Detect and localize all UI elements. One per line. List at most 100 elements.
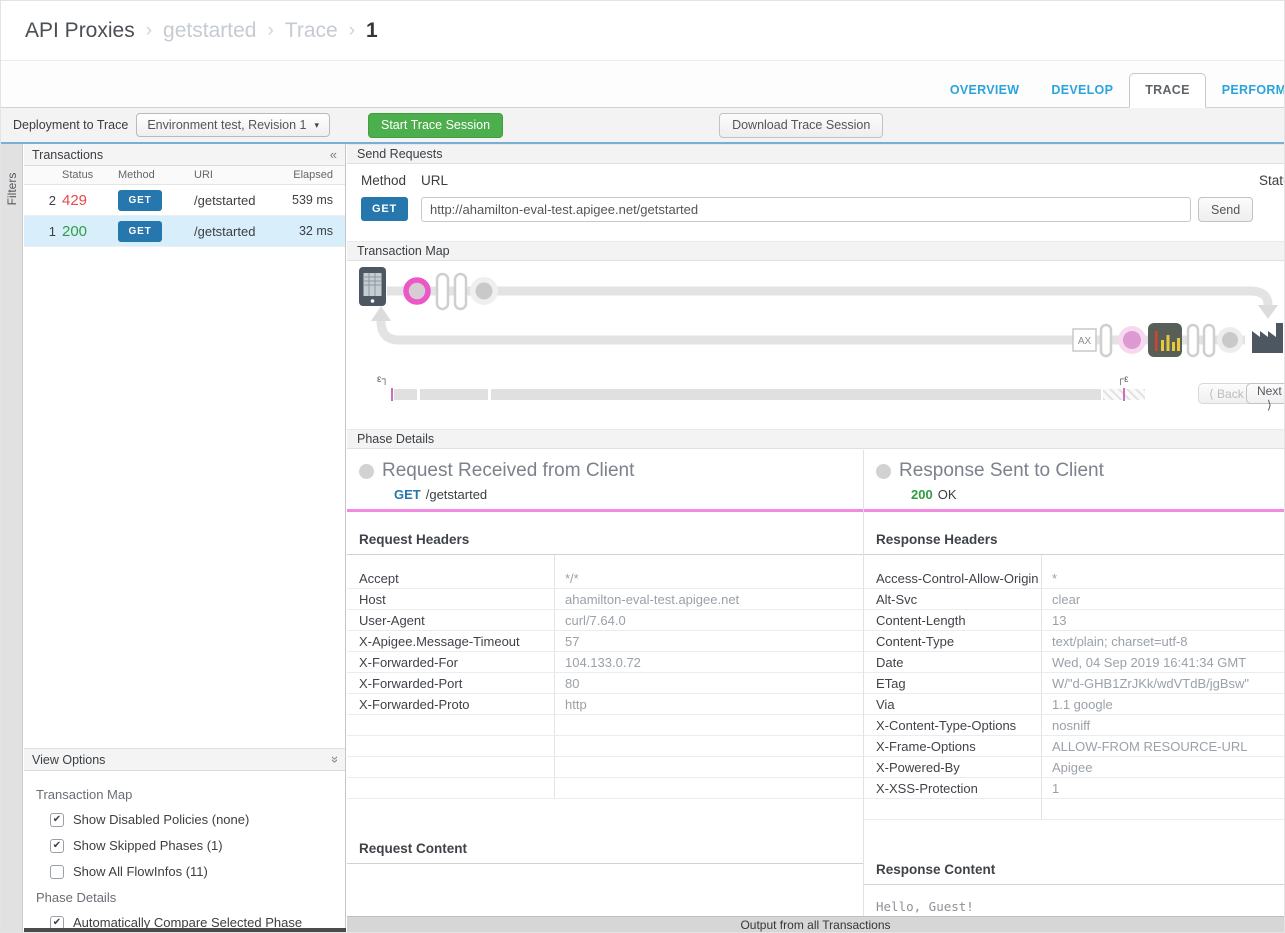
header-value: W/"d-GHB1ZrJKk/wdVTdB/jgBsw" bbox=[1042, 676, 1249, 691]
timeline-segment[interactable] bbox=[394, 389, 417, 400]
transactions-body: 2429GET/getstarted539 ms1200GET/getstart… bbox=[24, 185, 345, 247]
method-badge: GET bbox=[118, 221, 162, 242]
header-row: X-Content-Type-Optionsnosniff bbox=[864, 715, 1284, 736]
header-value: 57 bbox=[555, 634, 579, 649]
ax-policy-icon[interactable]: AX bbox=[1073, 329, 1096, 351]
client-device-icon[interactable] bbox=[359, 267, 386, 306]
header-value: nosniff bbox=[1042, 718, 1090, 733]
header-row: X-Frame-OptionsALLOW-FROM RESOURCE-URL bbox=[864, 736, 1284, 757]
phase-dot[interactable] bbox=[1217, 327, 1243, 353]
view-option-label: Show All FlowInfos (11) bbox=[73, 864, 208, 879]
flow-pill[interactable] bbox=[455, 274, 466, 309]
header-name: ETag bbox=[864, 673, 1042, 693]
view-option-label: Automatically Compare Selected Phase bbox=[73, 915, 302, 928]
download-trace-session-button[interactable]: Download Trace Session bbox=[719, 113, 883, 138]
collapse-panel-icon[interactable]: « bbox=[330, 147, 337, 162]
filters-sidebar-tab[interactable]: Filters bbox=[1, 144, 23, 932]
checkbox[interactable] bbox=[50, 916, 64, 929]
transaction-uri: /getstarted bbox=[194, 193, 273, 208]
header-row: Content-Length13 bbox=[864, 610, 1284, 631]
transaction-map-canvas: AX bbox=[347, 261, 1284, 371]
transaction-row[interactable]: 1200GET/getstarted32 ms bbox=[24, 216, 345, 247]
url-input[interactable] bbox=[421, 197, 1191, 222]
breadcrumb-trace[interactable]: Trace bbox=[285, 19, 338, 43]
map-timeline: ε┐ ┌ε ⟨ Back Next ⟩ bbox=[347, 373, 1284, 413]
transaction-row[interactable]: 2429GET/getstarted539 ms bbox=[24, 185, 345, 216]
checkbox[interactable] bbox=[50, 865, 64, 879]
trace-toolbar: Deployment to Trace Environment test, Re… bbox=[1, 108, 1284, 142]
checkbox[interactable] bbox=[50, 839, 64, 853]
method-select-button[interactable]: GET bbox=[361, 197, 408, 221]
flow-pill[interactable] bbox=[1188, 325, 1198, 356]
method-badge: GET bbox=[118, 190, 162, 211]
start-trace-session-button[interactable]: Start Trace Session bbox=[368, 113, 503, 138]
response-status-code: 200 bbox=[911, 487, 933, 502]
timeline-cursor-tick[interactable] bbox=[1123, 388, 1125, 401]
view-options-header: View Options « bbox=[24, 749, 345, 771]
header-name: X-XSS-Protection bbox=[864, 778, 1042, 798]
phase-details-title: Phase Details bbox=[357, 432, 434, 446]
left-panel-scrollbar[interactable] bbox=[24, 928, 346, 932]
breadcrumb-api-proxies[interactable]: API Proxies bbox=[25, 19, 135, 43]
response-phase-title: Response Sent to Client bbox=[899, 460, 1104, 482]
send-requests-title: Send Requests bbox=[357, 147, 442, 161]
header-row: X-Powered-ByApigee bbox=[864, 757, 1284, 778]
target-server-icon[interactable] bbox=[1252, 323, 1283, 353]
tab-overview[interactable]: OVERVIEW bbox=[934, 73, 1036, 108]
header-name: Content-Type bbox=[864, 631, 1042, 651]
breadcrumb-proxy-name[interactable]: getstarted bbox=[163, 19, 256, 43]
request-content-body bbox=[347, 864, 863, 916]
view-option-item: Show Disabled Policies (none) bbox=[50, 812, 345, 827]
header-name: Alt-Svc bbox=[864, 589, 1042, 609]
response-phase-column: Response Sent to Client 200OK Response H… bbox=[864, 450, 1284, 916]
tab-bar: OVERVIEWDEVELOPTRACEPERFORMANCE bbox=[934, 73, 1285, 108]
tab-develop[interactable]: DEVELOP bbox=[1035, 73, 1129, 108]
next-button[interactable]: Next ⟩ bbox=[1246, 383, 1284, 404]
header-value: curl/7.64.0 bbox=[555, 613, 626, 628]
request-headers-table: Accept*/*Hostahamilton-eval-test.apigee.… bbox=[347, 555, 863, 799]
send-requests-form: Method URL Status GET Send bbox=[347, 164, 1284, 241]
svg-text:AX: AX bbox=[1078, 336, 1092, 347]
checkbox[interactable] bbox=[50, 813, 64, 827]
view-options-panel: View Options « Transaction MapShow Disab… bbox=[24, 748, 345, 928]
tab-trace[interactable]: TRACE bbox=[1129, 73, 1206, 108]
caret-down-icon: ▾ bbox=[314, 120, 319, 131]
comparison-phase-marker[interactable] bbox=[1118, 326, 1146, 354]
tab-performance[interactable]: PERFORMANCE bbox=[1206, 73, 1285, 108]
header-row: X-Forwarded-Protohttp bbox=[347, 694, 863, 715]
header-value: 1 bbox=[1042, 781, 1059, 796]
analytics-policy-icon[interactable] bbox=[1148, 323, 1182, 357]
transactions-header: Transactions « bbox=[24, 144, 345, 166]
status-label: Status bbox=[1259, 173, 1284, 188]
response-content-body: Hello, Guest! bbox=[864, 885, 1284, 916]
header-row: X-Forwarded-For104.133.0.72 bbox=[347, 652, 863, 673]
send-requests-header: Send Requests bbox=[347, 144, 1284, 164]
view-option-item: Show Skipped Phases (1) bbox=[50, 838, 345, 853]
environment-select-value: Environment test, Revision 1 bbox=[147, 118, 306, 132]
transaction-number: 2 bbox=[24, 193, 62, 208]
selected-phase-marker[interactable] bbox=[406, 280, 428, 302]
transaction-elapsed: 32 ms bbox=[273, 224, 345, 238]
header-value: clear bbox=[1042, 592, 1080, 607]
request-content-title: Request Content bbox=[347, 835, 863, 864]
header-value: ahamilton-eval-test.apigee.net bbox=[555, 592, 739, 607]
timeline-segment[interactable] bbox=[491, 389, 1101, 400]
header-row: Content-Typetext/plain; charset=utf-8 bbox=[864, 631, 1284, 652]
request-flow-line bbox=[387, 291, 1278, 319]
output-from-all-transactions-bar[interactable]: Output from all Transactions bbox=[347, 916, 1284, 932]
flow-pill[interactable] bbox=[1101, 325, 1111, 356]
environment-select[interactable]: Environment test, Revision 1 ▾ bbox=[136, 113, 330, 137]
response-headers-title: Response Headers bbox=[864, 526, 1284, 555]
timeline-segment[interactable] bbox=[420, 389, 488, 400]
header-value: Wed, 04 Sep 2019 16:41:34 GMT bbox=[1042, 655, 1246, 670]
url-label: URL bbox=[421, 173, 448, 188]
send-button[interactable]: Send bbox=[1198, 197, 1253, 222]
collapse-view-options-icon[interactable]: « bbox=[326, 756, 341, 763]
phase-dot[interactable] bbox=[470, 277, 498, 305]
flow-pill[interactable] bbox=[437, 274, 448, 309]
header-value: * bbox=[1042, 571, 1057, 586]
flow-pill[interactable] bbox=[1204, 325, 1214, 356]
timeline-cursor-tick[interactable] bbox=[391, 388, 393, 401]
header-name: User-Agent bbox=[347, 610, 555, 630]
header-name: X-Frame-Options bbox=[864, 736, 1042, 756]
